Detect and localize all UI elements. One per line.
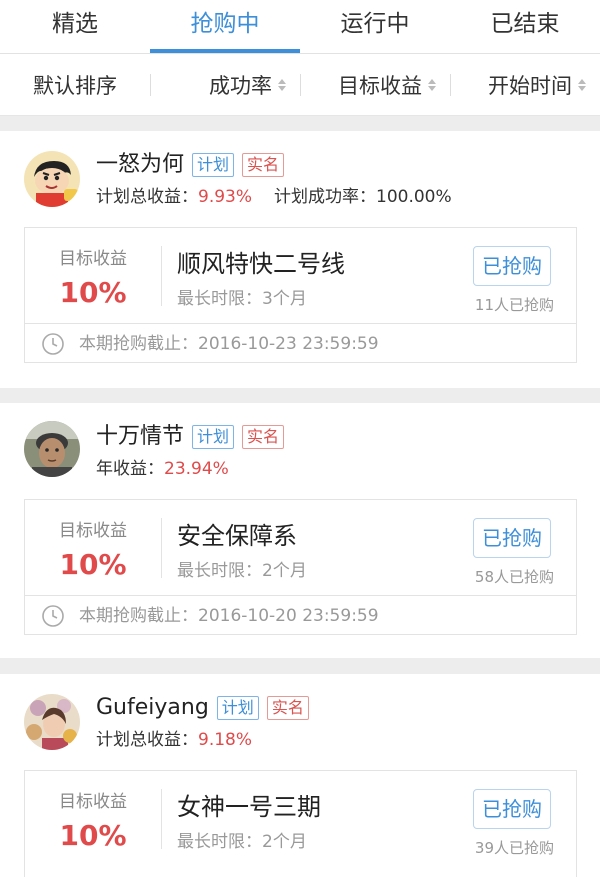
max-duration: 最长时限：3个月 xyxy=(177,289,307,309)
deadline-text: 本期抢购截止：2016-10-23 23:59:59 xyxy=(79,334,379,354)
plan-tag: 计划 xyxy=(192,153,235,177)
avatar[interactable] xyxy=(24,151,80,207)
target-return-label: 目标收益 xyxy=(59,249,127,269)
plan-card[interactable]: Gufeiyang 计划 实名 计划总收益：9.18% 目标收益 10% 女神一… xyxy=(0,674,600,877)
tab-featured[interactable]: 精选 xyxy=(0,0,150,53)
target-return-label: 目标收益 xyxy=(59,792,127,812)
stat-label: 年收益： xyxy=(96,459,164,479)
product-name: 安全保障系 xyxy=(177,522,297,550)
plan-tag: 计划 xyxy=(216,696,259,720)
user-name-row: 十万情节 计划 实名 xyxy=(96,423,285,451)
product-name: 女神一号三期 xyxy=(177,793,321,821)
tab-ended[interactable]: 已结束 xyxy=(450,0,600,53)
target-return-label: 目标收益 xyxy=(59,521,127,541)
divider xyxy=(25,323,576,324)
product-box[interactable]: 目标收益 10% 安全保障系 最长时限：2个月 已抢购 58人已抢购 本期抢购截… xyxy=(24,499,577,635)
plan-card[interactable]: 十万情节 计划 实名 年收益：23.94% 目标收益 10% 安全保障系 最长时… xyxy=(0,403,600,658)
max-duration: 最长时限：2个月 xyxy=(177,832,307,852)
avatar[interactable] xyxy=(24,694,80,750)
user-name[interactable]: Gufeiyang xyxy=(96,694,209,722)
stat-value: 9.93% xyxy=(198,187,253,207)
stat-label: 计划成功率： xyxy=(274,187,377,207)
stat-label: 计划总收益： xyxy=(96,187,198,207)
sort-success-rate-label: 成功率 xyxy=(209,73,272,98)
verified-tag: 实名 xyxy=(266,696,309,720)
sort-start-time-label: 开始时间 xyxy=(488,73,572,98)
target-return-value: 10% xyxy=(59,819,127,852)
buyer-count: 11人已抢购 xyxy=(474,296,554,314)
product-box[interactable]: 目标收益 10% 女神一号三期 最长时限：2个月 已抢购 39人已抢购 xyxy=(24,770,577,877)
purchased-button[interactable]: 已抢购 xyxy=(473,246,551,286)
sort-target-return-label: 目标收益 xyxy=(338,73,422,98)
sort-arrows-icon xyxy=(428,78,438,91)
stat-value: 23.94% xyxy=(164,459,229,479)
verified-tag: 实名 xyxy=(242,425,285,449)
stats-row: 年收益：23.94% xyxy=(96,457,229,481)
buyer-count: 39人已抢购 xyxy=(474,839,554,857)
stats-row: 计划总收益：9.93% 计划成功率：100.00% xyxy=(96,185,452,209)
buyer-count: 58人已抢购 xyxy=(474,568,554,586)
max-duration: 最长时限：2个月 xyxy=(177,561,307,581)
sort-success-rate[interactable]: 成功率 xyxy=(150,54,300,116)
sort-target-return[interactable]: 目标收益 xyxy=(300,54,450,116)
purchased-button[interactable]: 已抢购 xyxy=(473,518,551,558)
divider xyxy=(161,518,162,578)
clock-icon xyxy=(42,605,64,627)
divider xyxy=(25,595,576,596)
stat-value: 100.00% xyxy=(376,187,452,207)
product-box[interactable]: 目标收益 10% 顺风特快二号线 最长时限：3个月 已抢购 11人已抢购 本期抢… xyxy=(24,227,577,363)
stats-row: 计划总收益：9.18% xyxy=(96,728,252,752)
user-name-row: Gufeiyang 计划 实名 xyxy=(96,694,309,722)
purchased-button[interactable]: 已抢购 xyxy=(473,789,551,829)
user-name-row: 一怒为何 计划 实名 xyxy=(96,151,285,179)
verified-tag: 实名 xyxy=(242,153,285,177)
top-tabs: 精选 抢购中 运行中 已结束 xyxy=(0,0,600,54)
avatar[interactable] xyxy=(24,421,80,477)
product-name: 顺风特快二号线 xyxy=(177,250,345,278)
target-return-value: 10% xyxy=(59,276,127,309)
user-name[interactable]: 十万情节 xyxy=(96,423,184,451)
sort-bar: 默认排序 成功率 目标收益 开始时间 xyxy=(0,54,600,116)
sort-default[interactable]: 默认排序 xyxy=(0,54,150,116)
tab-buying[interactable]: 抢购中 xyxy=(150,0,300,53)
plan-tag: 计划 xyxy=(192,425,235,449)
stat-label: 计划总收益： xyxy=(96,730,198,750)
target-return-value: 10% xyxy=(59,548,127,581)
user-name[interactable]: 一怒为何 xyxy=(96,151,184,179)
sort-arrows-icon xyxy=(278,78,288,91)
sort-start-time[interactable]: 开始时间 xyxy=(450,54,600,116)
sort-default-label: 默认排序 xyxy=(33,73,117,98)
divider xyxy=(161,246,162,306)
deadline-text: 本期抢购截止：2016-10-20 23:59:59 xyxy=(79,606,379,626)
plan-card[interactable]: 一怒为何 计划 实名 计划总收益：9.93% 计划成功率：100.00% 目标收益… xyxy=(0,131,600,388)
sort-arrows-icon xyxy=(578,78,588,91)
divider xyxy=(161,789,162,849)
stat-value: 9.18% xyxy=(198,730,253,750)
clock-icon xyxy=(42,333,64,355)
tab-running[interactable]: 运行中 xyxy=(300,0,450,53)
